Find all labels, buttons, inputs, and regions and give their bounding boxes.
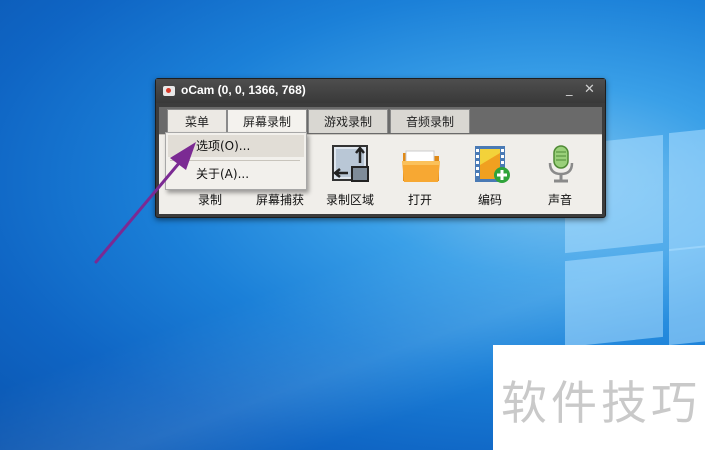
watermark-text: 软件技巧: [501, 376, 701, 430]
watermark-box: 软件技巧: [493, 345, 705, 450]
